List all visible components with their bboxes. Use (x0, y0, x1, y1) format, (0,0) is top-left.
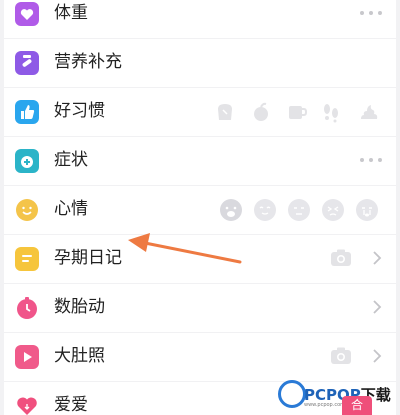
more-dots-icon[interactable] (360, 11, 382, 15)
watermark-url: www.pcpop.com (304, 402, 345, 408)
pink-action-button[interactable]: 合 (342, 396, 372, 415)
row-symptom[interactable]: 症状 (4, 136, 396, 186)
mood-dizzy-icon[interactable] (322, 199, 344, 221)
smile-face-icon (15, 198, 39, 222)
thumbs-up-icon (15, 100, 39, 124)
row-label: 营养补充 (54, 52, 122, 72)
play-icon (15, 345, 39, 369)
fruit-icon[interactable] (250, 101, 272, 123)
chevron-right-icon[interactable] (372, 299, 382, 315)
mood-calm-icon[interactable] (254, 199, 276, 221)
toast-icon[interactable] (214, 101, 236, 123)
watermark-logo-icon (278, 380, 306, 408)
row-weight[interactable]: 体重 (4, 0, 396, 39)
chevron-right-icon[interactable] (372, 250, 382, 266)
medical-kit-icon (15, 149, 39, 173)
row-label: 好习惯 (54, 101, 105, 121)
footprints-icon[interactable] (320, 101, 342, 123)
row-label: 孕期日记 (54, 248, 122, 268)
diary-icon (15, 247, 39, 271)
row-label: 体重 (54, 3, 88, 23)
record-list-card: 体重 营养补充 好习惯 症状 心情 孕期日记 数胎动 大肚照 爱爱 (4, 0, 396, 415)
poop-icon[interactable] (358, 101, 380, 123)
camera-icon[interactable] (330, 248, 352, 268)
heart-badge-icon (15, 2, 39, 26)
row-label: 症状 (54, 150, 88, 170)
row-label: 心情 (54, 199, 88, 219)
mood-annoyed-icon[interactable] (288, 199, 310, 221)
row-belly-photo[interactable]: 大肚照 (4, 332, 396, 382)
row-supplement[interactable]: 营养补充 (4, 38, 396, 88)
heart-icon (15, 394, 39, 415)
cup-icon[interactable] (286, 101, 308, 123)
right-gutter (396, 0, 400, 415)
row-mood[interactable]: 心情 (4, 185, 396, 235)
row-label: 爱爱 (54, 395, 88, 415)
row-pregnancy-diary[interactable]: 孕期日记 (4, 234, 396, 284)
row-label: 大肚照 (54, 346, 105, 366)
row-label: 数胎动 (54, 297, 105, 317)
chevron-right-icon[interactable] (372, 348, 382, 364)
mood-laugh-icon[interactable] (220, 199, 242, 221)
row-fetal-movement[interactable]: 数胎动 (4, 283, 396, 333)
row-habit[interactable]: 好习惯 (4, 87, 396, 137)
more-dots-icon[interactable] (360, 158, 382, 162)
camera-icon[interactable] (330, 346, 352, 366)
pill-bag-icon (15, 51, 39, 75)
mood-cry-icon[interactable] (356, 199, 378, 221)
stopwatch-icon (15, 296, 39, 320)
watermark: PCPOP下载 www.pcpop.com (278, 378, 398, 412)
